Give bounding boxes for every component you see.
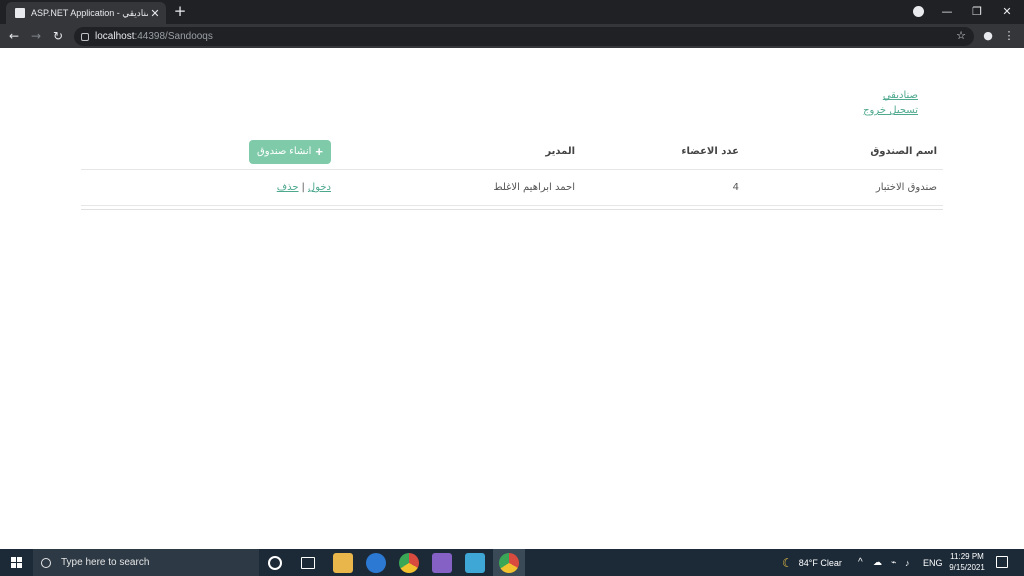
windows-logo-icon — [10, 557, 22, 568]
reload-icon[interactable]: ↻ — [50, 28, 66, 44]
manager-cell: احمد ابراهيم الاغلط — [493, 182, 575, 193]
create-box-button[interactable]: + انشاء صندوق — [249, 139, 331, 164]
lock-icon — [81, 32, 89, 41]
delete-box-link[interactable]: حذف — [277, 182, 299, 193]
chrome-icon[interactable] — [399, 553, 419, 573]
page-favicon-icon — [15, 8, 25, 18]
volume-icon[interactable]: ♪ — [905, 549, 910, 576]
weather-widget[interactable]: ☾ 84°F Clear — [782, 549, 842, 576]
app-icon[interactable] — [465, 553, 485, 573]
active-chrome-tab[interactable] — [493, 549, 525, 576]
plus-icon: + — [315, 144, 323, 159]
network-icon[interactable]: ⌁ — [891, 549, 896, 576]
table-row: صندوق الاختبار 4 احمد ابراهيم الاغلط دخو… — [81, 170, 943, 206]
weather-text: 84°F Clear — [798, 557, 842, 568]
browser-toolbar: ← → ↻ localhost:44398/Sandooqs ☆ ● ⋮ — [0, 24, 1024, 48]
cortana-icon[interactable] — [268, 556, 282, 570]
table-header-row: اسم الصندوق عدد الاعضاء المدير + انشاء ص… — [81, 134, 943, 170]
url-path: :44398/Sandooqs — [134, 31, 213, 42]
moon-icon: ☾ — [782, 555, 793, 570]
table-bottom-divider — [81, 209, 943, 210]
close-window-icon[interactable]: ✕ — [992, 0, 1022, 24]
browser-tab-bar: ASP.NET Application - صناديقي ✕ + — ❐ ✕ — [0, 0, 1024, 24]
address-bar[interactable]: localhost:44398/Sandooqs ☆ — [74, 27, 974, 46]
tray-chevron-icon[interactable]: ^ — [858, 549, 863, 576]
start-button[interactable] — [0, 549, 32, 576]
member-count-cell: 4 — [732, 182, 739, 193]
header-box-name: اسم الصندوق — [870, 146, 937, 157]
task-view-icon[interactable] — [301, 557, 315, 569]
language-indicator[interactable]: ENG — [923, 549, 943, 576]
user-nav: صناديقي تسجيل خروج — [863, 88, 918, 118]
visual-studio-icon[interactable] — [432, 553, 452, 573]
header-actions: + انشاء صندوق — [249, 134, 331, 169]
tab-title: ASP.NET Application - صناديقي — [31, 7, 148, 18]
onedrive-icon[interactable]: ☁ — [873, 549, 882, 576]
browser-tab[interactable]: ASP.NET Application - صناديقي ✕ — [6, 2, 166, 24]
tab-search-icon[interactable] — [913, 6, 924, 17]
page-content: صناديقي تسجيل خروج اسم الصندوق عدد الاعض… — [0, 48, 1024, 549]
create-box-label: انشاء صندوق — [257, 146, 312, 157]
menu-kebab-icon[interactable]: ⋮ — [1001, 28, 1017, 44]
search-placeholder: Type here to search — [61, 557, 150, 568]
taskbar-search[interactable]: Type here to search — [33, 549, 259, 576]
notification-center-icon[interactable] — [996, 556, 1008, 568]
new-tab-button[interactable]: + — [172, 3, 188, 19]
restore-icon[interactable]: ❐ — [962, 0, 992, 24]
my-boxes-link[interactable]: صناديقي — [863, 88, 918, 103]
action-separator: | — [301, 182, 305, 193]
minimize-icon[interactable]: — — [932, 0, 962, 24]
back-icon[interactable]: ← — [6, 28, 22, 44]
forward-icon[interactable]: → — [28, 28, 44, 44]
tab-close-icon[interactable]: ✕ — [148, 7, 162, 20]
file-explorer-icon[interactable] — [333, 553, 353, 573]
taskbar: Type here to search ☾ 84°F Clear ^ ☁ ⌁ ♪… — [0, 549, 1024, 576]
word-app-icon[interactable] — [366, 553, 386, 573]
logout-link[interactable]: تسجيل خروج — [863, 103, 918, 118]
bookmark-star-icon[interactable]: ☆ — [956, 29, 966, 42]
header-manager: المدير — [545, 146, 575, 157]
box-name-cell: صندوق الاختبار — [875, 182, 937, 193]
search-icon — [41, 557, 51, 568]
chrome-active-icon — [499, 553, 519, 573]
header-member-count: عدد الاعضاء — [681, 146, 739, 157]
clock-time: 11:29 PM — [950, 552, 984, 561]
boxes-table: اسم الصندوق عدد الاعضاء المدير + انشاء ص… — [81, 134, 943, 206]
url-host: localhost — [95, 31, 135, 42]
profile-icon[interactable]: ● — [980, 28, 996, 44]
clock-date: 9/15/2021 — [949, 563, 985, 572]
actions-cell: دخول | حذف — [277, 170, 331, 205]
system-clock[interactable]: 11:29 PM 9/15/2021 — [944, 551, 990, 573]
enter-box-link[interactable]: دخول — [308, 182, 331, 193]
